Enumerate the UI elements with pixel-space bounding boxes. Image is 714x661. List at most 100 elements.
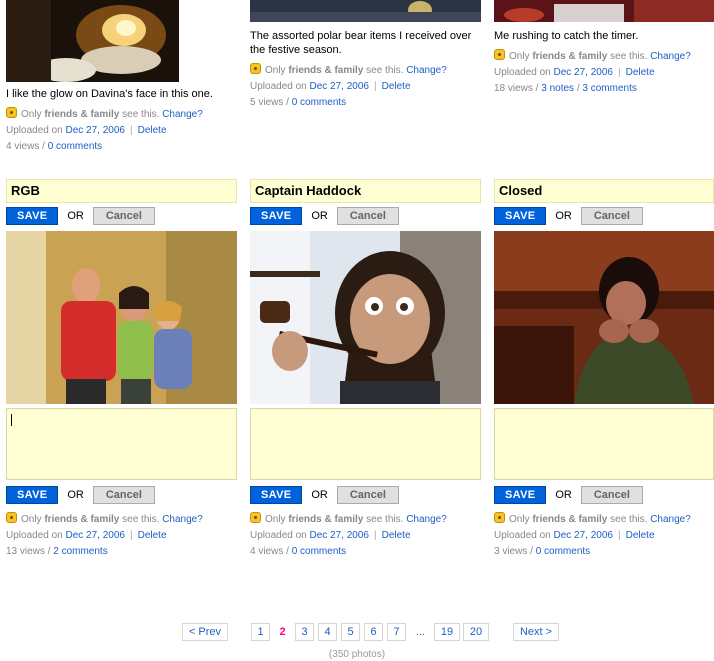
comments-link[interactable]: 0 comments	[48, 141, 102, 152]
photo-thumbnail-timer[interactable]	[494, 0, 714, 22]
edit-buttons-bottom: SAVE OR Cancel	[6, 486, 155, 504]
stats-line: 13 views / 2 comments	[6, 546, 108, 557]
save-button[interactable]: SAVE	[6, 486, 59, 504]
privacy-line: Only friends & family see this. Change?	[494, 512, 714, 528]
privacy-line: Only friends & family see this. Change?	[6, 107, 237, 123]
upload-date-link[interactable]: Dec 27, 2006	[554, 67, 614, 78]
title-input-rgb[interactable]: RGB	[6, 179, 237, 203]
delete-link[interactable]: Delete	[626, 67, 655, 78]
comments-link[interactable]: 0 comments	[292, 546, 346, 557]
edit-photo-details-1: Only friends & family see this. Change? …	[6, 512, 237, 560]
change-privacy-link[interactable]: Change?	[650, 514, 691, 525]
page-link-7[interactable]: 7	[387, 623, 406, 641]
comments-link[interactable]: 0 comments	[536, 546, 590, 557]
upload-date-link[interactable]: Dec 27, 2006	[310, 81, 370, 92]
upload-date-link[interactable]: Dec 27, 2006	[554, 530, 614, 541]
change-privacy-link[interactable]: Change?	[650, 51, 691, 62]
page-link-20[interactable]: 20	[463, 623, 489, 641]
change-privacy-link[interactable]: Change?	[162, 514, 203, 525]
privacy-line: Only friends & family see this. Change?	[6, 512, 237, 528]
edit-photo-details-2: Only friends & family see this. Change? …	[250, 512, 481, 560]
photo-rgb[interactable]	[6, 231, 237, 404]
privacy-line: Only friends & family see this. Change?	[250, 512, 481, 528]
change-privacy-link[interactable]: Change?	[406, 65, 447, 76]
or-label: OR	[555, 489, 572, 501]
save-button[interactable]: SAVE	[6, 207, 59, 225]
lock-icon	[6, 512, 17, 523]
cancel-button[interactable]: Cancel	[336, 207, 399, 225]
change-privacy-link[interactable]: Change?	[406, 514, 447, 525]
photo-thumbnail-polar-bear[interactable]	[250, 0, 481, 22]
edit-photo-details-3: Only friends & family see this. Change? …	[494, 512, 714, 560]
top-photo-details-2: The assorted polar bear items I received…	[250, 29, 481, 111]
next-page-link[interactable]: Next >	[513, 623, 559, 641]
photo-thumbnail-birthday[interactable]	[6, 0, 179, 82]
stats-line: 3 views / 0 comments	[494, 546, 591, 557]
comments-link[interactable]: 0 comments	[292, 97, 346, 108]
edit-buttons-bottom: SAVE OR Cancel	[250, 486, 399, 504]
description-textarea[interactable]	[6, 408, 237, 480]
lock-icon	[250, 63, 261, 74]
upload-line: Uploaded on Dec 27, 2006 | Delete	[250, 81, 411, 92]
delete-link[interactable]: Delete	[382, 81, 411, 92]
delete-link[interactable]: Delete	[138, 125, 167, 136]
page-link-5[interactable]: 5	[341, 623, 360, 641]
delete-link[interactable]: Delete	[626, 530, 655, 541]
top-photo-details-1: I like the glow on Davina's face in this…	[6, 87, 237, 155]
lock-icon	[6, 107, 17, 118]
comments-link[interactable]: 3 comments	[582, 83, 636, 94]
upload-date-link[interactable]: Dec 27, 2006	[66, 530, 126, 541]
cancel-button[interactable]: Cancel	[336, 486, 399, 504]
upload-line: Uploaded on Dec 27, 2006 | Delete	[250, 530, 411, 541]
page-link-3[interactable]: 3	[295, 623, 314, 641]
lock-icon	[494, 49, 505, 60]
save-button[interactable]: SAVE	[250, 486, 303, 504]
or-label: OR	[67, 489, 84, 501]
title-input-closed[interactable]: Closed	[494, 179, 714, 203]
page-ellipsis: ...	[411, 623, 430, 641]
photo-closed[interactable]	[494, 231, 714, 404]
photo-count: (350 photos)	[328, 649, 386, 660]
upload-line: Uploaded on Dec 27, 2006 | Delete	[6, 125, 167, 136]
pagination: < Prev 1 2 3 4 5 6 7 ... 19 20 Next >	[0, 623, 714, 641]
prev-page-link[interactable]: < Prev	[182, 623, 228, 641]
or-label: OR	[555, 210, 572, 222]
or-label: OR	[311, 489, 328, 501]
privacy-line: Only friends & family see this. Change?	[494, 49, 714, 65]
top-photo-details-3: Me rushing to catch the timer. Only frie…	[494, 29, 714, 97]
stats-line: 4 views / 0 comments	[250, 546, 347, 557]
photo-caption: The assorted polar bear items I received…	[250, 30, 472, 56]
cancel-button[interactable]: Cancel	[580, 486, 643, 504]
or-label: OR	[311, 210, 328, 222]
edit-buttons-top: SAVE OR Cancel	[250, 207, 399, 225]
change-privacy-link[interactable]: Change?	[162, 109, 203, 120]
upload-date-link[interactable]: Dec 27, 2006	[310, 530, 370, 541]
lock-icon	[250, 512, 261, 523]
or-label: OR	[67, 210, 84, 222]
cancel-button[interactable]: Cancel	[92, 207, 155, 225]
delete-link[interactable]: Delete	[382, 530, 411, 541]
comments-link[interactable]: 2 comments	[53, 546, 107, 557]
upload-line: Uploaded on Dec 27, 2006 | Delete	[494, 67, 655, 78]
photo-organizer-page: I like the glow on Davina's face in this…	[0, 0, 714, 661]
save-button[interactable]: SAVE	[494, 486, 547, 504]
page-link-1[interactable]: 1	[251, 623, 270, 641]
save-button[interactable]: SAVE	[250, 207, 303, 225]
cancel-button[interactable]: Cancel	[92, 486, 155, 504]
save-button[interactable]: SAVE	[494, 207, 547, 225]
cancel-button[interactable]: Cancel	[580, 207, 643, 225]
delete-link[interactable]: Delete	[138, 530, 167, 541]
page-link-19[interactable]: 19	[434, 623, 460, 641]
description-textarea[interactable]	[494, 408, 714, 480]
page-link-4[interactable]: 4	[318, 623, 337, 641]
title-input-captain-haddock[interactable]: Captain Haddock	[250, 179, 481, 203]
upload-date-link[interactable]: Dec 27, 2006	[66, 125, 126, 136]
page-link-6[interactable]: 6	[364, 623, 383, 641]
privacy-line: Only friends & family see this. Change?	[250, 63, 481, 79]
photo-caption: I like the glow on Davina's face in this…	[6, 88, 213, 100]
notes-link[interactable]: 3 notes	[541, 83, 574, 94]
description-textarea[interactable]	[250, 408, 481, 480]
photo-captain-haddock[interactable]	[250, 231, 481, 404]
edit-buttons-bottom: SAVE OR Cancel	[494, 486, 643, 504]
photo-caption: Me rushing to catch the timer.	[494, 30, 639, 42]
